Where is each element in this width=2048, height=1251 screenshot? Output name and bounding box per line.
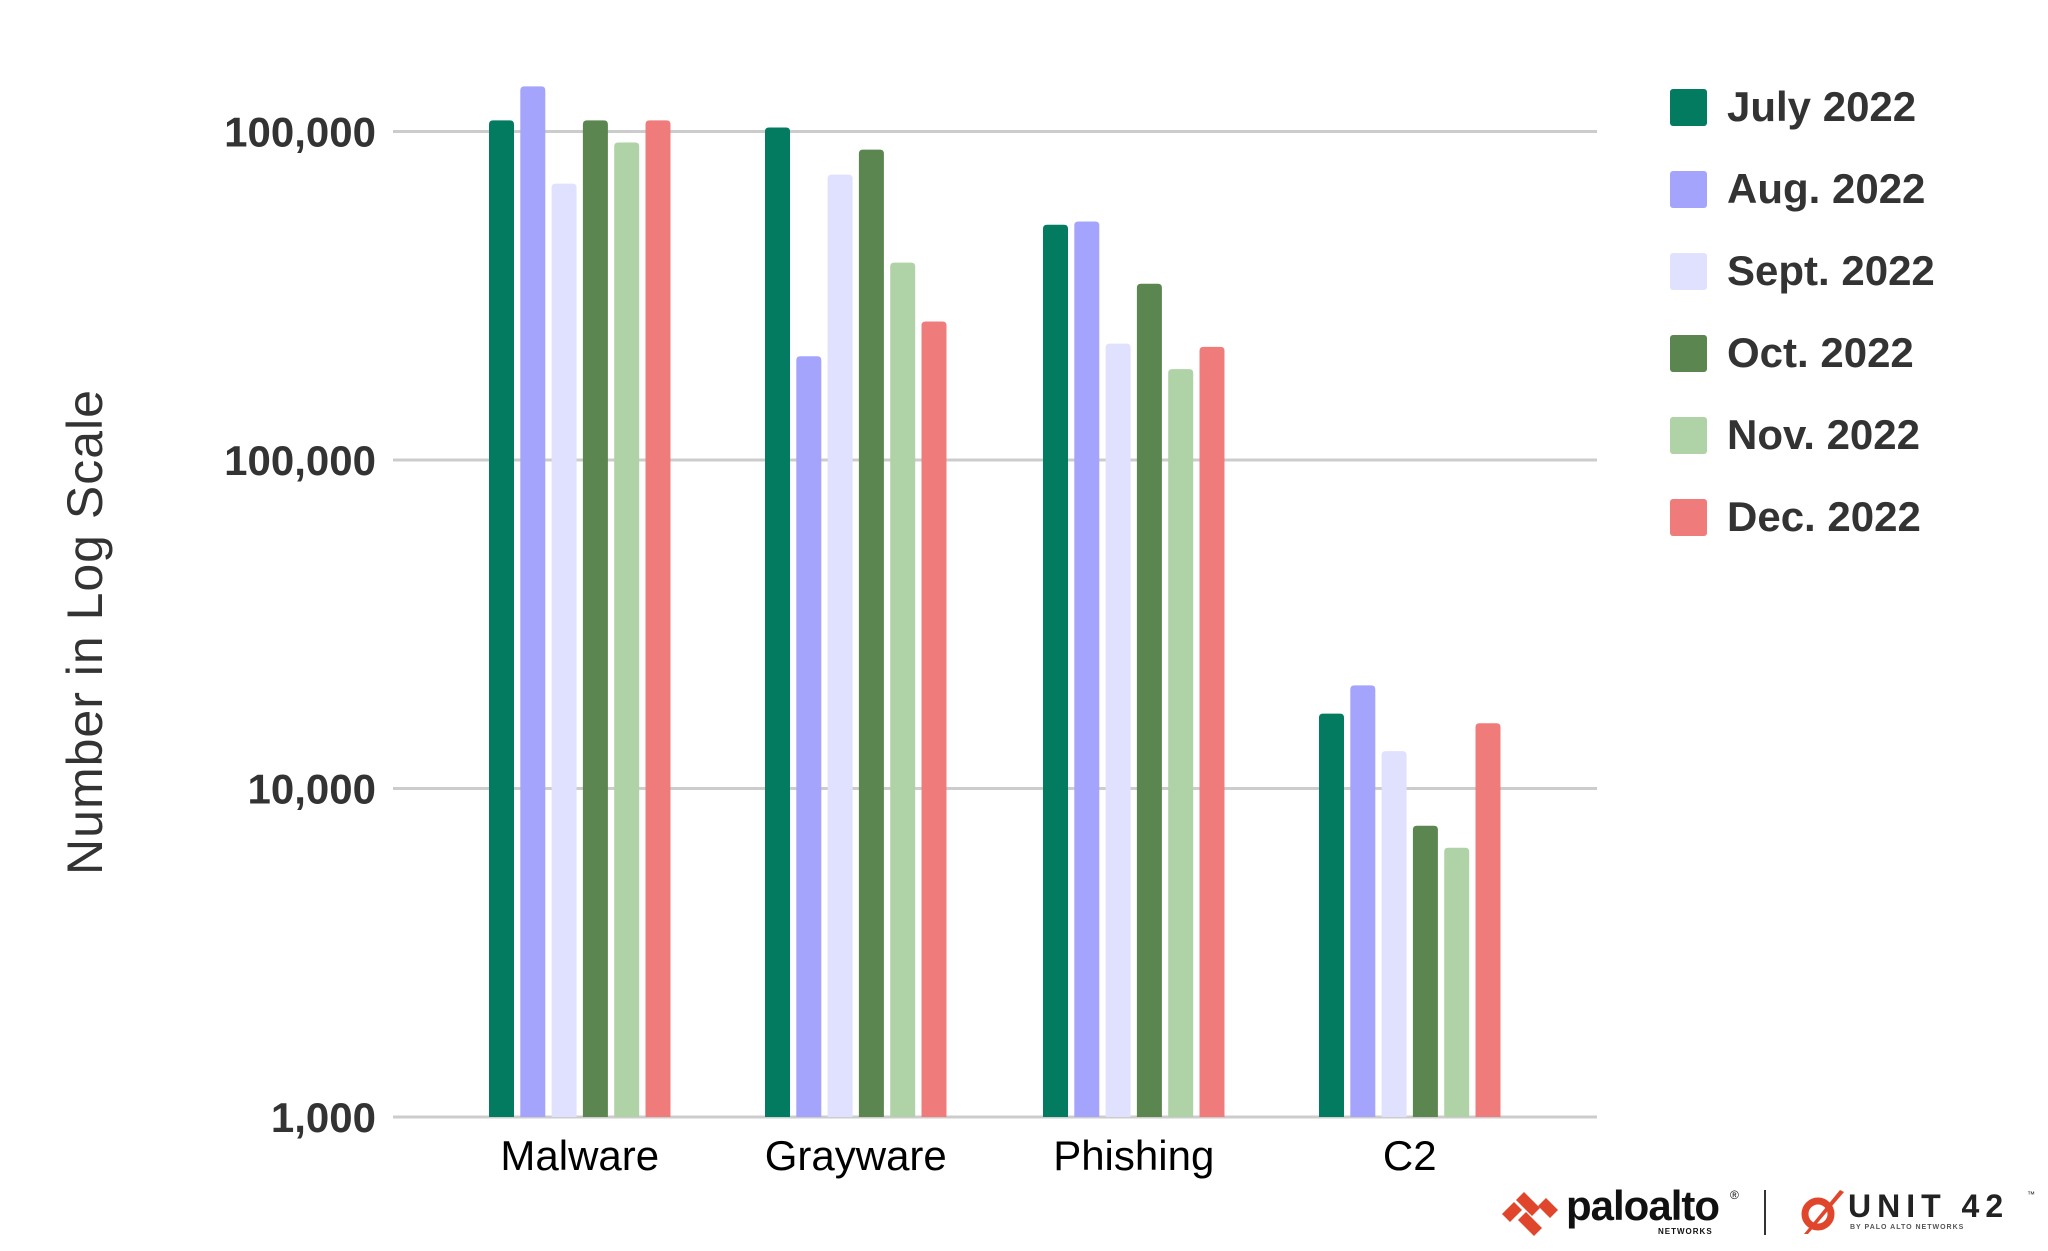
legend-label: Sept. 2022 xyxy=(1727,247,1935,294)
bar-phishing-5 xyxy=(1199,346,1225,1117)
y-tick-label: 10,000 xyxy=(248,766,376,813)
bar-grayware-5 xyxy=(921,321,947,1117)
bar-phishing-4 xyxy=(1168,369,1194,1117)
bar-c2-4 xyxy=(1444,847,1470,1117)
networks-label: NETWORKS xyxy=(1658,1227,1713,1236)
paloalto-wordmark: paloalto xyxy=(1566,1182,1720,1229)
y-axis-title: Number in Log Scale xyxy=(57,389,113,875)
unit42-sub-label: BY PALO ALTO NETWORKS xyxy=(1850,1224,1965,1231)
unit42-logo-icon xyxy=(1801,1190,1844,1234)
legend-swatch xyxy=(1670,88,1707,126)
legend-swatch xyxy=(1670,498,1707,536)
bar-c2-0 xyxy=(1319,713,1344,1117)
legend-label: Dec. 2022 xyxy=(1727,493,1921,540)
bar-grayware-4 xyxy=(890,262,916,1117)
legend-item: Aug. 2022 xyxy=(1670,148,1935,230)
bar-grayware-2 xyxy=(827,174,853,1118)
bar-c2-5 xyxy=(1475,723,1501,1117)
legend-swatch xyxy=(1670,334,1707,372)
legend: July 2022 Aug. 2022 Sept. 2022 Oct. 2022 Nov… xyxy=(1670,66,1935,558)
bar-c2-3 xyxy=(1412,825,1438,1117)
legend-label: Oct. 2022 xyxy=(1727,329,1914,376)
bar-malware-0 xyxy=(489,120,514,1118)
y-tick-label: 100,000 xyxy=(224,109,376,156)
bar-phishing-1 xyxy=(1074,221,1100,1117)
bar-grayware-0 xyxy=(765,127,790,1118)
legend-swatch xyxy=(1670,416,1707,454)
legend-swatch xyxy=(1670,252,1707,290)
legend-item: Nov. 2022 xyxy=(1670,394,1935,476)
bar-phishing-0 xyxy=(1043,224,1068,1117)
bar-c2-2 xyxy=(1381,751,1407,1117)
bars xyxy=(489,86,1501,1118)
legend-swatch xyxy=(1670,170,1707,208)
bar-malware-3 xyxy=(582,120,608,1118)
paloalto-logo-icon xyxy=(1502,1192,1558,1236)
bar-malware-2 xyxy=(551,183,577,1118)
bar-malware-1 xyxy=(520,86,546,1118)
bar-grayware-1 xyxy=(796,356,822,1117)
x-tick-label: Phishing xyxy=(1053,1132,1214,1179)
legend-item: Sept. 2022 xyxy=(1670,230,1935,312)
legend-item: July 2022 xyxy=(1670,66,1935,148)
bar-phishing-2 xyxy=(1105,343,1131,1117)
x-tick-label: C2 xyxy=(1383,1132,1437,1179)
unit42-wordmark: UNIT 42 xyxy=(1848,1188,2010,1224)
x-tick-label: Malware xyxy=(500,1132,659,1179)
bar-phishing-3 xyxy=(1136,283,1162,1117)
x-tick-label: Grayware xyxy=(765,1132,947,1179)
branding: paloalto ® NETWORKS UNIT 42 ™ BY PALO AL… xyxy=(1500,1182,2040,1238)
logo-divider xyxy=(1764,1190,1766,1235)
y-tick-label: 1,000 xyxy=(271,1094,376,1141)
legend-label: Aug. 2022 xyxy=(1727,165,1926,212)
bar-c2-1 xyxy=(1350,685,1376,1117)
bar-malware-5 xyxy=(645,120,671,1118)
legend-label: July 2022 xyxy=(1727,83,1917,130)
y-tick-label: 100,000 xyxy=(224,437,376,484)
bar-malware-4 xyxy=(614,142,640,1118)
legend-label: Nov. 2022 xyxy=(1727,411,1920,458)
x-tick-labels: Malware Grayware Phishing C2 xyxy=(500,1132,1436,1179)
legend-item: Dec. 2022 xyxy=(1670,476,1935,558)
y-tick-labels: 1,000 10,000 100,000 100,000 xyxy=(224,109,376,1142)
bar-grayware-3 xyxy=(858,149,884,1117)
trademark-mark: ™ xyxy=(2027,1190,2035,1199)
registered-mark: ® xyxy=(1730,1188,1739,1202)
legend-item: Oct. 2022 xyxy=(1670,312,1935,394)
